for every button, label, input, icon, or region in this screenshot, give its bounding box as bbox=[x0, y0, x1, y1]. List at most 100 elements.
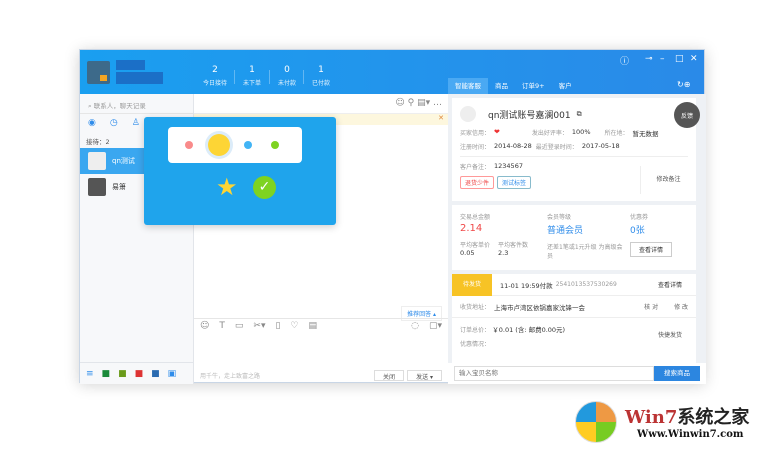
maximize-icon[interactable]: □ bbox=[675, 54, 684, 64]
order-details-button[interactable]: 查看详情 bbox=[658, 280, 682, 289]
label: 所在地： bbox=[604, 130, 629, 137]
register-date: 2014-08-28 bbox=[494, 142, 532, 150]
chat-icon[interactable]: ◉ bbox=[88, 118, 96, 130]
font-icon[interactable]: T bbox=[219, 321, 225, 332]
copy-icon[interactable]: ⧉ bbox=[577, 110, 582, 119]
doc-icon[interactable]: ▢▾ bbox=[429, 321, 442, 332]
redacted-name bbox=[116, 60, 145, 70]
close-icon[interactable]: ✕ bbox=[690, 54, 698, 64]
app-icon[interactable]: ■ bbox=[151, 369, 160, 379]
quick-ship-button[interactable]: 快捷发货 bbox=[658, 330, 682, 339]
contact-name: 易箫 bbox=[112, 183, 126, 191]
heart-icon[interactable]: ♡ bbox=[290, 321, 298, 332]
stat-label: 已付款 bbox=[311, 80, 330, 87]
recent-icon[interactable]: ◷ bbox=[110, 118, 118, 130]
menu-icon[interactable]: ≡ bbox=[86, 369, 94, 379]
refresh-icon[interactable]: ↻⊕ bbox=[677, 80, 690, 89]
header: 2 今日接待 1 未下单 0 未付款 1 已付款 ⓘ ⊸ – □ ✕ 智能客服 商品 订… bbox=[80, 50, 704, 94]
app-icon[interactable]: ■ bbox=[102, 369, 111, 379]
customer-name: qn测试账号嘉澜001 bbox=[488, 110, 571, 121]
stat-value: 2 bbox=[212, 65, 218, 75]
more-icon[interactable]: … bbox=[433, 98, 442, 108]
transfer-icon[interactable]: ⚲ bbox=[408, 98, 415, 108]
help-icon[interactable]: ⓘ bbox=[620, 54, 629, 67]
message-input[interactable] bbox=[194, 335, 448, 365]
calendar-icon[interactable]: ▤▾ bbox=[417, 98, 430, 108]
scissors-icon[interactable]: ✂▾ bbox=[253, 321, 265, 332]
stat-value: 1 bbox=[318, 65, 324, 75]
label: 发出好评率： bbox=[531, 130, 568, 137]
image-icon[interactable]: ▭ bbox=[235, 321, 244, 332]
label: 优惠券 bbox=[630, 214, 649, 221]
customer-panel: qn测试账号嘉澜001 ⧉ 反馈 买家信用： ❤ 发出好评率： 100% 所在地： 暂无数据… bbox=[448, 94, 706, 384]
chat-toolbar: ☺ ⚲ ▤▾ … bbox=[194, 94, 448, 114]
search-products-button[interactable]: 搜索商品 bbox=[654, 366, 700, 381]
coupon-count: 0张 bbox=[630, 226, 645, 236]
file-icon[interactable]: ▤ bbox=[309, 321, 318, 332]
shake-icon[interactable]: ▯ bbox=[275, 321, 280, 332]
tag[interactable]: 测试标签 bbox=[497, 176, 532, 189]
product-search-input[interactable] bbox=[454, 366, 654, 381]
credit-heart-icon: ❤ bbox=[494, 128, 500, 136]
watermark-brand: Win7系统之家 bbox=[625, 407, 750, 428]
contact-name: qn测试 bbox=[112, 157, 135, 165]
stat-value: 1 bbox=[249, 65, 255, 75]
yellow-dot[interactable] bbox=[208, 134, 230, 156]
blue-dot[interactable] bbox=[244, 141, 252, 149]
note: 1234567 bbox=[494, 162, 523, 170]
app-icon[interactable]: ■ bbox=[135, 369, 144, 379]
label: 优惠情况： bbox=[460, 341, 491, 348]
pin-icon[interactable]: ⊸ bbox=[645, 54, 653, 64]
editor-toolbar: ☺ T ▭ ✂▾ ▯ ♡ ▤ ◌ ▢▾ bbox=[194, 318, 448, 334]
stats-card: 交易总金额 2.14 平均客单价 0.05 平均客件数 2.3 会员等级 普通会员 还差1… bbox=[452, 205, 696, 270]
contacts-icon[interactable]: ♙ bbox=[132, 118, 140, 130]
emoji-popup: ★ ✓ bbox=[144, 117, 336, 225]
close-icon[interactable]: ✕ bbox=[438, 114, 444, 122]
modify-button[interactable]: 修 改 bbox=[674, 302, 688, 311]
star-icon[interactable]: ★ bbox=[216, 175, 238, 199]
upgrade-hint: 还差1笔或1元升级 为高级会员 bbox=[547, 244, 623, 260]
stat-label: 未付款 bbox=[277, 80, 296, 87]
order-total: ￥0.01 (含: 邮费0.00元) bbox=[492, 326, 566, 334]
label: 平均客单价 bbox=[460, 242, 491, 249]
chat-icon[interactable]: ☺ bbox=[395, 98, 404, 108]
tab-smart-service[interactable]: 智能客服 bbox=[448, 78, 488, 94]
member-level: 普通会员 bbox=[547, 226, 584, 236]
feedback-button[interactable]: 反馈 bbox=[674, 102, 700, 128]
edit-note-button[interactable]: 修改备注 bbox=[640, 166, 696, 194]
rating: 100% bbox=[571, 128, 591, 136]
label: 买家信用： bbox=[460, 130, 491, 137]
label: 最近登录时间： bbox=[535, 144, 578, 151]
quick-reply-icon[interactable]: ◌ bbox=[411, 321, 419, 332]
stat-today[interactable]: 2 今日接待 bbox=[198, 65, 232, 87]
check-button[interactable]: 核 对 bbox=[644, 302, 658, 311]
order-status-badge: 待发货 bbox=[452, 273, 492, 296]
tab-customers[interactable]: 客户 bbox=[552, 78, 579, 94]
label: 客户备注： bbox=[460, 164, 491, 171]
close-button[interactable]: 关闭 bbox=[373, 370, 404, 381]
label: 注册时间： bbox=[460, 144, 491, 151]
red-dot[interactable] bbox=[185, 141, 193, 149]
contact-search-input[interactable]: ⌕ 联系人，聊天记录 bbox=[80, 94, 193, 114]
label: 收货地址： bbox=[460, 304, 491, 311]
minimize-icon[interactable]: – bbox=[660, 54, 665, 64]
app-icon[interactable]: ▣ bbox=[168, 369, 177, 379]
windows-logo-icon bbox=[575, 401, 617, 443]
green-dot[interactable] bbox=[271, 141, 279, 149]
stat-unordered[interactable]: 1 未下单 bbox=[235, 65, 269, 87]
stat-unpaid[interactable]: 0 未付款 bbox=[270, 65, 304, 87]
stat-paid[interactable]: 1 已付款 bbox=[304, 65, 338, 87]
tag[interactable]: 退货少件 bbox=[460, 176, 495, 189]
check-icon[interactable]: ✓ bbox=[253, 176, 276, 199]
customer-card: qn测试账号嘉澜001 ⧉ 反馈 买家信用： ❤ 发出好评率： 100% 所在地： 暂无数据… bbox=[452, 98, 700, 201]
app-icon[interactable]: ■ bbox=[118, 369, 127, 379]
redacted-status bbox=[116, 72, 163, 84]
pay-time: 11-01 19:59付款 bbox=[500, 281, 553, 290]
send-button[interactable]: 发送 ▾ bbox=[407, 370, 442, 381]
view-details-button[interactable]: 查看详情 bbox=[630, 242, 673, 257]
stat-value: 0 bbox=[284, 65, 290, 75]
tab-orders[interactable]: 订单9+ bbox=[515, 78, 552, 94]
emoji-icon[interactable]: ☺ bbox=[200, 321, 209, 332]
last-login: 2017-05-18 bbox=[581, 142, 620, 150]
tab-products[interactable]: 商品 bbox=[488, 78, 515, 94]
